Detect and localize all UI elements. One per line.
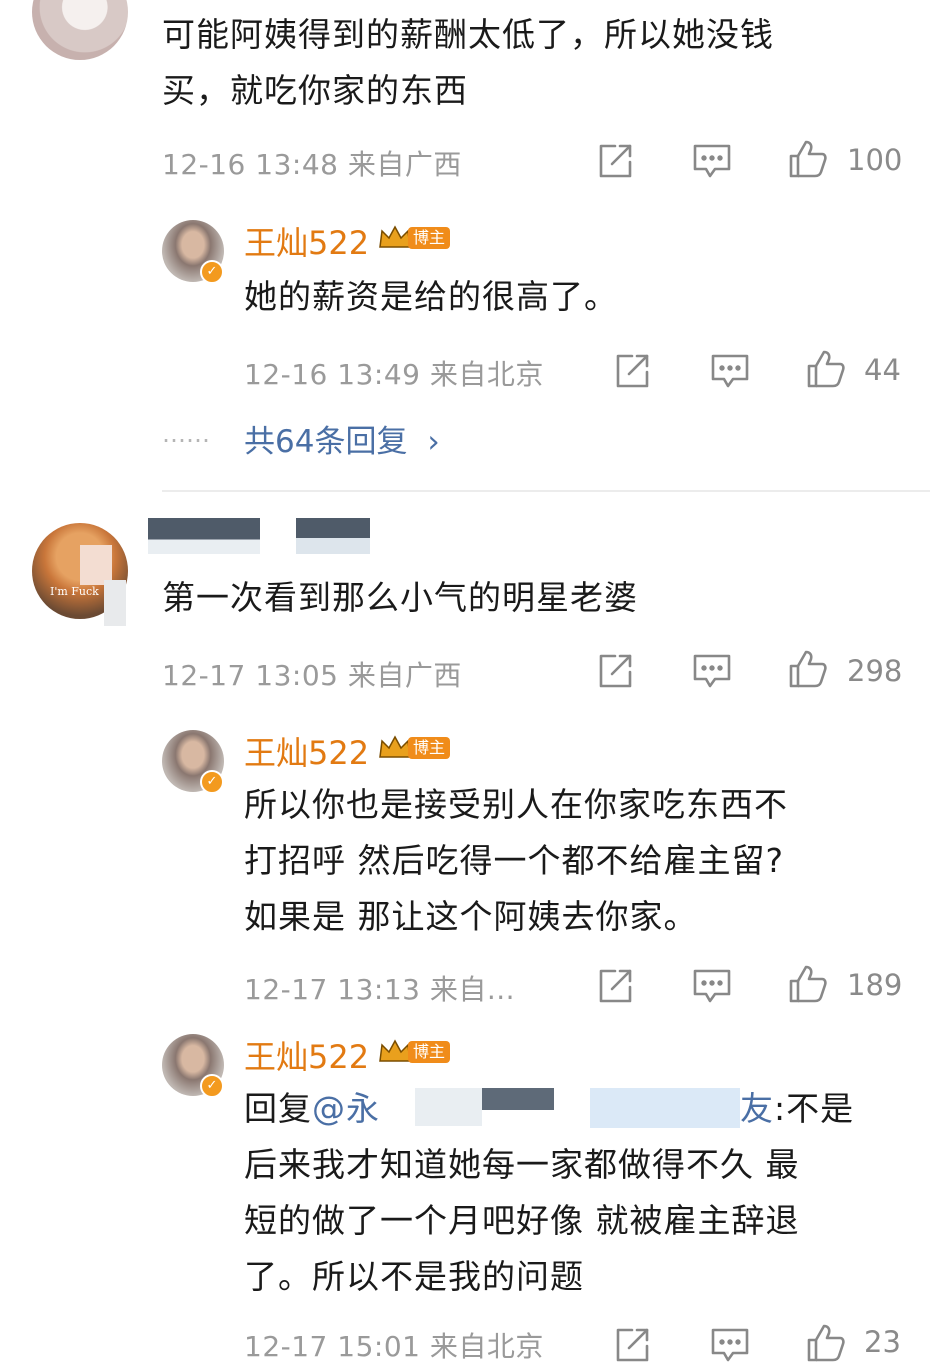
thumbs-up-icon[interactable]: [806, 349, 846, 389]
like-count: 298: [847, 654, 903, 688]
redacted-block: [590, 1088, 740, 1128]
comment-icon[interactable]: [710, 1325, 750, 1365]
comment-text: 可能阿姨得到的薪酬太低了，所以她没钱 买，就吃你家的东西: [162, 15, 774, 110]
mosaic-overlay: [80, 545, 112, 585]
blurred-username: [148, 518, 260, 554]
blogger-avatar[interactable]: ✓: [162, 220, 224, 284]
like-count: 44: [864, 353, 901, 387]
commenter-avatar[interactable]: [32, 0, 128, 60]
blogger-badge: 博主: [408, 737, 451, 759]
reply-prefix: 回复: [244, 1089, 312, 1128]
like-count: 100: [847, 143, 903, 177]
blogger-badge: 博主: [408, 1041, 451, 1063]
blogger-badge: 博主: [408, 227, 451, 249]
chevron-right-icon: ›: [427, 424, 440, 460]
more-replies-dots: ……: [162, 420, 210, 448]
comment-icon[interactable]: [692, 651, 732, 691]
redacted-block: [482, 1088, 554, 1110]
comment-meta: 12-17 13:05 来自广西: [162, 659, 462, 692]
reply-text: 后来我才知道她每一家都做得不久 最 短的做了一个月吧好像 就被雇主辞退 了。所以…: [244, 1145, 800, 1296]
blogger-avatar[interactable]: ✓: [162, 730, 224, 794]
thumbs-up-icon[interactable]: [788, 649, 828, 689]
verified-icon: ✓: [200, 260, 224, 284]
reply-line: 友:不是: [740, 1082, 854, 1136]
crown-icon: [379, 735, 411, 758]
mosaic-overlay: [104, 580, 126, 626]
comment-icon[interactable]: [692, 141, 732, 181]
share-icon[interactable]: [595, 966, 635, 1006]
comment-icon[interactable]: [692, 966, 732, 1006]
crown-icon: [379, 1039, 411, 1062]
share-icon[interactable]: [612, 351, 652, 391]
thumbs-up-icon[interactable]: [788, 139, 828, 179]
comment-text: 第一次看到那么小气的明星老婆: [162, 578, 638, 617]
share-icon[interactable]: [595, 651, 635, 691]
more-replies-link[interactable]: 共64条回复 ›: [244, 416, 440, 461]
like-count: 189: [847, 968, 903, 1002]
like-count: 23: [864, 1325, 901, 1359]
share-icon[interactable]: [595, 141, 635, 181]
reply-meta: 12-16 13:49 来自北京: [244, 358, 544, 391]
blogger-avatar[interactable]: ✓: [162, 1034, 224, 1098]
redacted-block: [415, 1088, 482, 1126]
mention-link[interactable]: @永: [312, 1089, 380, 1128]
reply-line: 回复@永: [244, 1082, 380, 1136]
thumbs-up-icon[interactable]: [806, 1323, 846, 1363]
comment-meta: 12-16 13:48 来自广西: [162, 148, 462, 181]
blogger-username[interactable]: 王灿522: [244, 728, 369, 774]
reply-meta: 12-17 15:01 来自北京: [244, 1330, 544, 1363]
blogger-username[interactable]: 王灿522: [244, 218, 369, 264]
comment-divider: [162, 490, 930, 492]
thumbs-up-icon[interactable]: [788, 964, 828, 1004]
reply-text: :不是: [774, 1089, 855, 1128]
share-icon[interactable]: [612, 1325, 652, 1365]
reply-meta: 12-17 13:13 来自...: [244, 973, 516, 1006]
blurred-username: [296, 518, 370, 554]
reply-text: 她的薪资是给的很高了。: [244, 277, 618, 316]
comment-icon[interactable]: [710, 351, 750, 391]
verified-icon: ✓: [200, 770, 224, 794]
blogger-username[interactable]: 王灿522: [244, 1032, 369, 1078]
crown-icon: [379, 225, 411, 248]
reply-text: 所以你也是接受别人在你家吃东西不 打招呼 然后吃得一个都不给雇主留? 如果是 那…: [244, 785, 788, 936]
avatar-caption: I'm Fuck: [50, 585, 99, 598]
mention-link[interactable]: 友: [740, 1089, 774, 1128]
verified-icon: ✓: [200, 1074, 224, 1098]
more-replies-label: 共64条回复: [244, 424, 408, 460]
